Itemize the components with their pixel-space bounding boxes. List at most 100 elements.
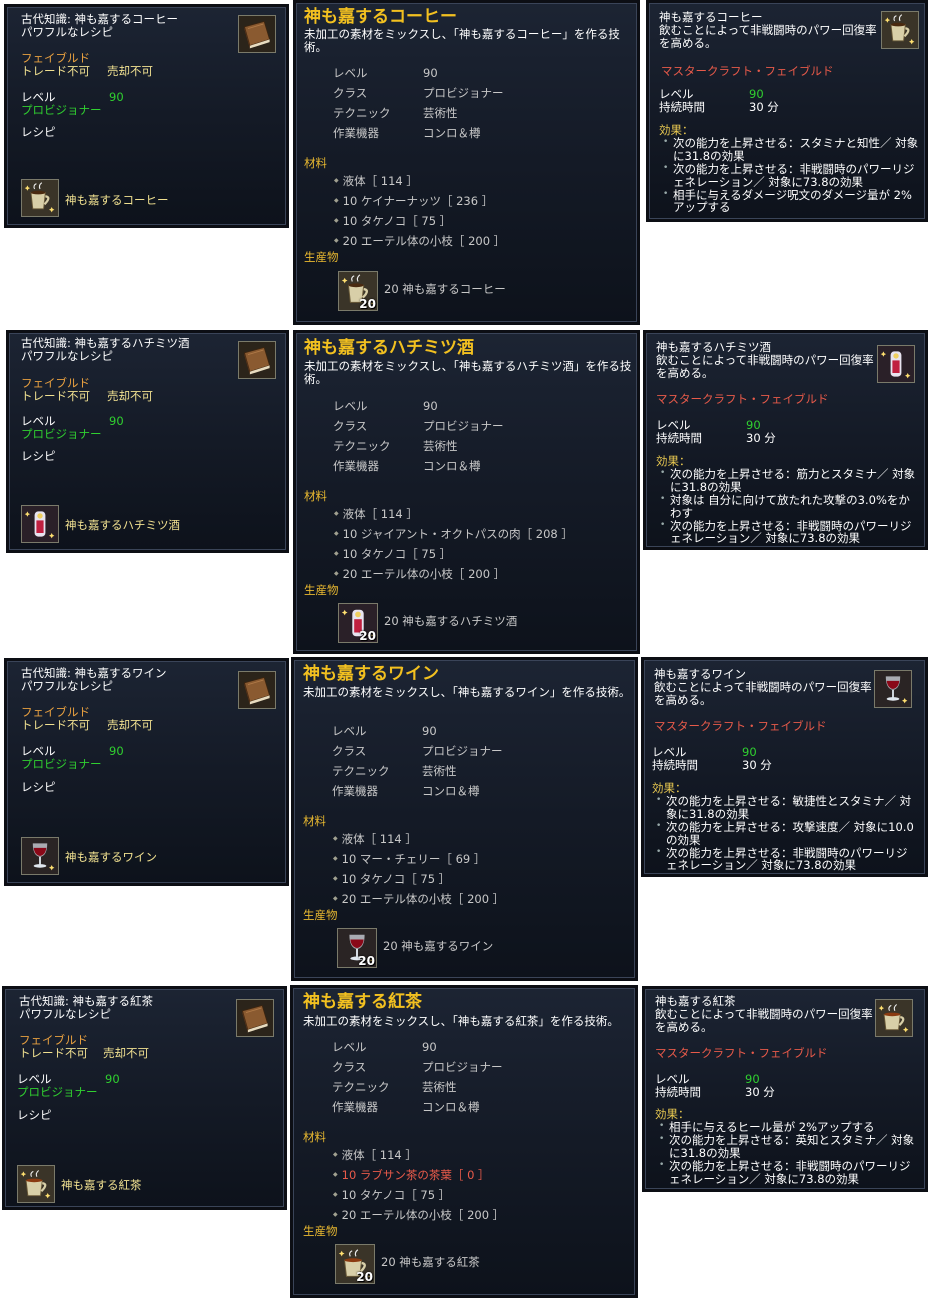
product-label: 生産物 <box>303 908 338 922</box>
technique-value: 芸術性 <box>423 106 458 120</box>
no-sell-flag: 売却不可 <box>103 1046 149 1060</box>
recipe-book-title: 古代知識: 神も嘉するワイン <box>21 666 167 680</box>
wine-glass-icon <box>874 670 912 708</box>
class-value: プロビジョナー <box>21 757 102 771</box>
no-sell-flag: 売却不可 <box>107 389 153 403</box>
material-item-missing: 10 ラブサン茶の茶葉［ 0 ］ <box>333 1169 490 1182</box>
effects-list: 相手に与えるヒール量が 2%アップする 次の能力を上昇させる：英知とスタミナ／ … <box>657 1121 919 1185</box>
effect-item: 次の能力を上昇させる：非戦闘時のパワーリジェネレーション／ 対象に73.8の効果 <box>654 846 918 873</box>
product-name: 20 神も嘉するハチミツ酒 <box>384 614 518 628</box>
no-trade-flag: トレード不可 <box>19 1046 88 1060</box>
tea-cup-icon <box>875 999 913 1037</box>
tea-cup-icon <box>17 1165 55 1203</box>
level-value: 90 <box>105 1072 120 1086</box>
level-value: 90 <box>109 414 124 428</box>
item-tooltip: 神も嘉するワイン 飲むことによって非戦闘時のパワー回復率を高める。 マスタークラ… <box>641 657 928 877</box>
technique-label: テクニック <box>332 764 390 778</box>
duration-value: 30 分 <box>742 758 772 772</box>
product-label: 生産物 <box>303 1224 338 1238</box>
recipe-title: 神も嘉するハチミツ酒 <box>304 338 474 358</box>
material-item: 10 ケイナーナッツ［ 236 ］ <box>334 195 494 208</box>
level-label: レベル <box>655 1072 690 1086</box>
product-quantity: 20 <box>358 953 375 968</box>
level-value: 90 <box>742 745 757 759</box>
product-label: 生産物 <box>304 250 339 264</box>
product-label: 生産物 <box>304 583 339 597</box>
no-trade-flag: トレード不可 <box>21 64 90 78</box>
effect-item: 次の能力を上昇させる：敏捷性とスタミナ／ 対象に31.8の効果 <box>654 795 918 821</box>
recipe-book-title: 古代知識: 神も嘉する紅茶 <box>19 994 154 1008</box>
class-label: クラス <box>332 744 367 758</box>
no-sell-flag: 売却不可 <box>107 64 153 78</box>
mead-bottle-icon <box>877 345 915 383</box>
material-item: 10 タケノコ［ 75 ］ <box>334 548 452 561</box>
level-value: 90 <box>749 87 764 101</box>
product-quantity: 20 <box>359 628 376 643</box>
material-item: 10 タケノコ［ 75 ］ <box>334 215 452 228</box>
level-label: レベル <box>21 90 56 104</box>
book-icon <box>238 15 276 53</box>
material-item: 10 マー・チェリー［ 69 ］ <box>333 853 486 866</box>
materials-label: 材料 <box>304 489 327 503</box>
level-value: 90 <box>423 399 438 413</box>
item-type: レシピ <box>17 1108 52 1122</box>
level-value: 90 <box>422 1040 437 1054</box>
product-name: 神も嘉するコーヒー <box>65 193 169 207</box>
technique-label: テクニック <box>333 106 391 120</box>
tea-cup-icon: 20 <box>335 1244 375 1284</box>
technique-label: テクニック <box>333 439 391 453</box>
class-value: プロビジョナー <box>17 1085 98 1099</box>
item-name: 神も嘉するワイン <box>654 667 746 681</box>
device-value: コンロ＆樽 <box>422 784 480 798</box>
duration-label: 持続時間 <box>656 431 702 445</box>
effect-item: 相手に与えるダメージ呪文のダメージ量が 2%アップする <box>661 188 921 215</box>
class-value: プロビジョナー <box>423 419 504 433</box>
device-label: 作業機器 <box>332 784 378 798</box>
material-item: 10 ジャイアント・オクトパスの肉［ 208 ］ <box>334 528 573 541</box>
fabled-flag: フェイブルド <box>19 1033 88 1047</box>
recipe-book-tooltip: 古代知識: 神も嘉するハチミツ酒 パワフルなレシピ フェイブルド トレード不可 … <box>6 330 289 553</box>
item-tooltip: 神も嘉する紅茶 飲むことによって非戦闘時のパワー回復率を高める。 マスタークラフ… <box>642 986 928 1192</box>
recipe-book-tooltip: 古代知識: 神も嘉する紅茶 パワフルなレシピ フェイブルド トレード不可 売却不… <box>2 986 287 1210</box>
no-trade-flag: トレード不可 <box>21 718 90 732</box>
item-tooltip: 神も嘉するコーヒー 飲むことによって非戦闘時のパワー回復率を高める。 マスターク… <box>646 0 928 222</box>
product-name: 20 神も嘉するワイン <box>383 939 494 953</box>
book-icon <box>238 671 276 709</box>
duration-label: 持続時間 <box>659 100 705 114</box>
recipe-book-subtitle: パワフルなレシピ <box>21 25 113 39</box>
class-value: プロビジョナー <box>423 86 504 100</box>
class-value: プロビジョナー <box>21 103 102 117</box>
level-label: レベル <box>333 66 368 80</box>
material-item: 20 エーテル体の小枝［ 200 ］ <box>333 1209 505 1222</box>
recipe-book-tooltip: 古代知識: 神も嘉するワイン パワフルなレシピ フェイブルド トレード不可 売却… <box>4 658 289 886</box>
recipe-description: 未加工の素材をミックスし、「神も嘉する紅茶」を作る技術。 <box>303 1014 619 1028</box>
duration-label: 持続時間 <box>655 1085 701 1099</box>
effects-list: 次の能力を上昇させる：敏捷性とスタミナ／ 対象に31.8の効果 次の能力を上昇さ… <box>654 795 918 872</box>
item-type: レシピ <box>21 125 56 139</box>
recipe-detail-panel: 神も嘉するコーヒー 未加工の素材をミックスし、「神も嘉するコーヒー」を作る技術。… <box>293 0 640 325</box>
product-name: 神も嘉する紅茶 <box>61 1178 142 1192</box>
device-label: 作業機器 <box>333 459 379 473</box>
effect-item: 次の能力を上昇させる：非戦闘時のパワーリジェネレーション／ 対象に73.8の効果 <box>657 1159 919 1186</box>
level-value: 90 <box>109 90 124 104</box>
duration-label: 持続時間 <box>652 758 698 772</box>
effect-item: 次の能力を上昇させる：攻撃速度／ 対象に10.0の効果 <box>654 820 918 847</box>
recipe-title: 神も嘉するコーヒー <box>304 7 457 27</box>
device-value: コンロ＆樽 <box>423 459 481 473</box>
mastercraft-tag: マスタークラフト・フェイブルド <box>654 719 827 733</box>
item-description: 飲むことによって非戦闘時のパワー回復率を高める。 <box>656 353 874 380</box>
item-name: 神も嘉する紅茶 <box>655 994 736 1008</box>
duration-value: 30 分 <box>749 100 779 114</box>
effect-item: 次の能力を上昇させる：筋力とスタミナ／ 対象に31.8の効果 <box>658 468 920 494</box>
effects-label: 効果： <box>659 123 694 137</box>
no-trade-flag: トレード不可 <box>21 389 90 403</box>
product-name: 神も嘉するハチミツ酒 <box>65 518 180 532</box>
item-description: 飲むことによって非戦闘時のパワー回復率を高める。 <box>655 1007 873 1034</box>
effects-label: 効果： <box>652 781 687 795</box>
level-value: 90 <box>745 1072 760 1086</box>
product-name: 20 神も嘉するコーヒー <box>384 282 506 296</box>
recipe-title: 神も嘉する紅茶 <box>303 992 422 1012</box>
level-label: レベル <box>659 87 694 101</box>
material-item: 20 エーテル体の小枝［ 200 ］ <box>334 568 506 581</box>
materials-label: 材料 <box>303 1130 326 1144</box>
